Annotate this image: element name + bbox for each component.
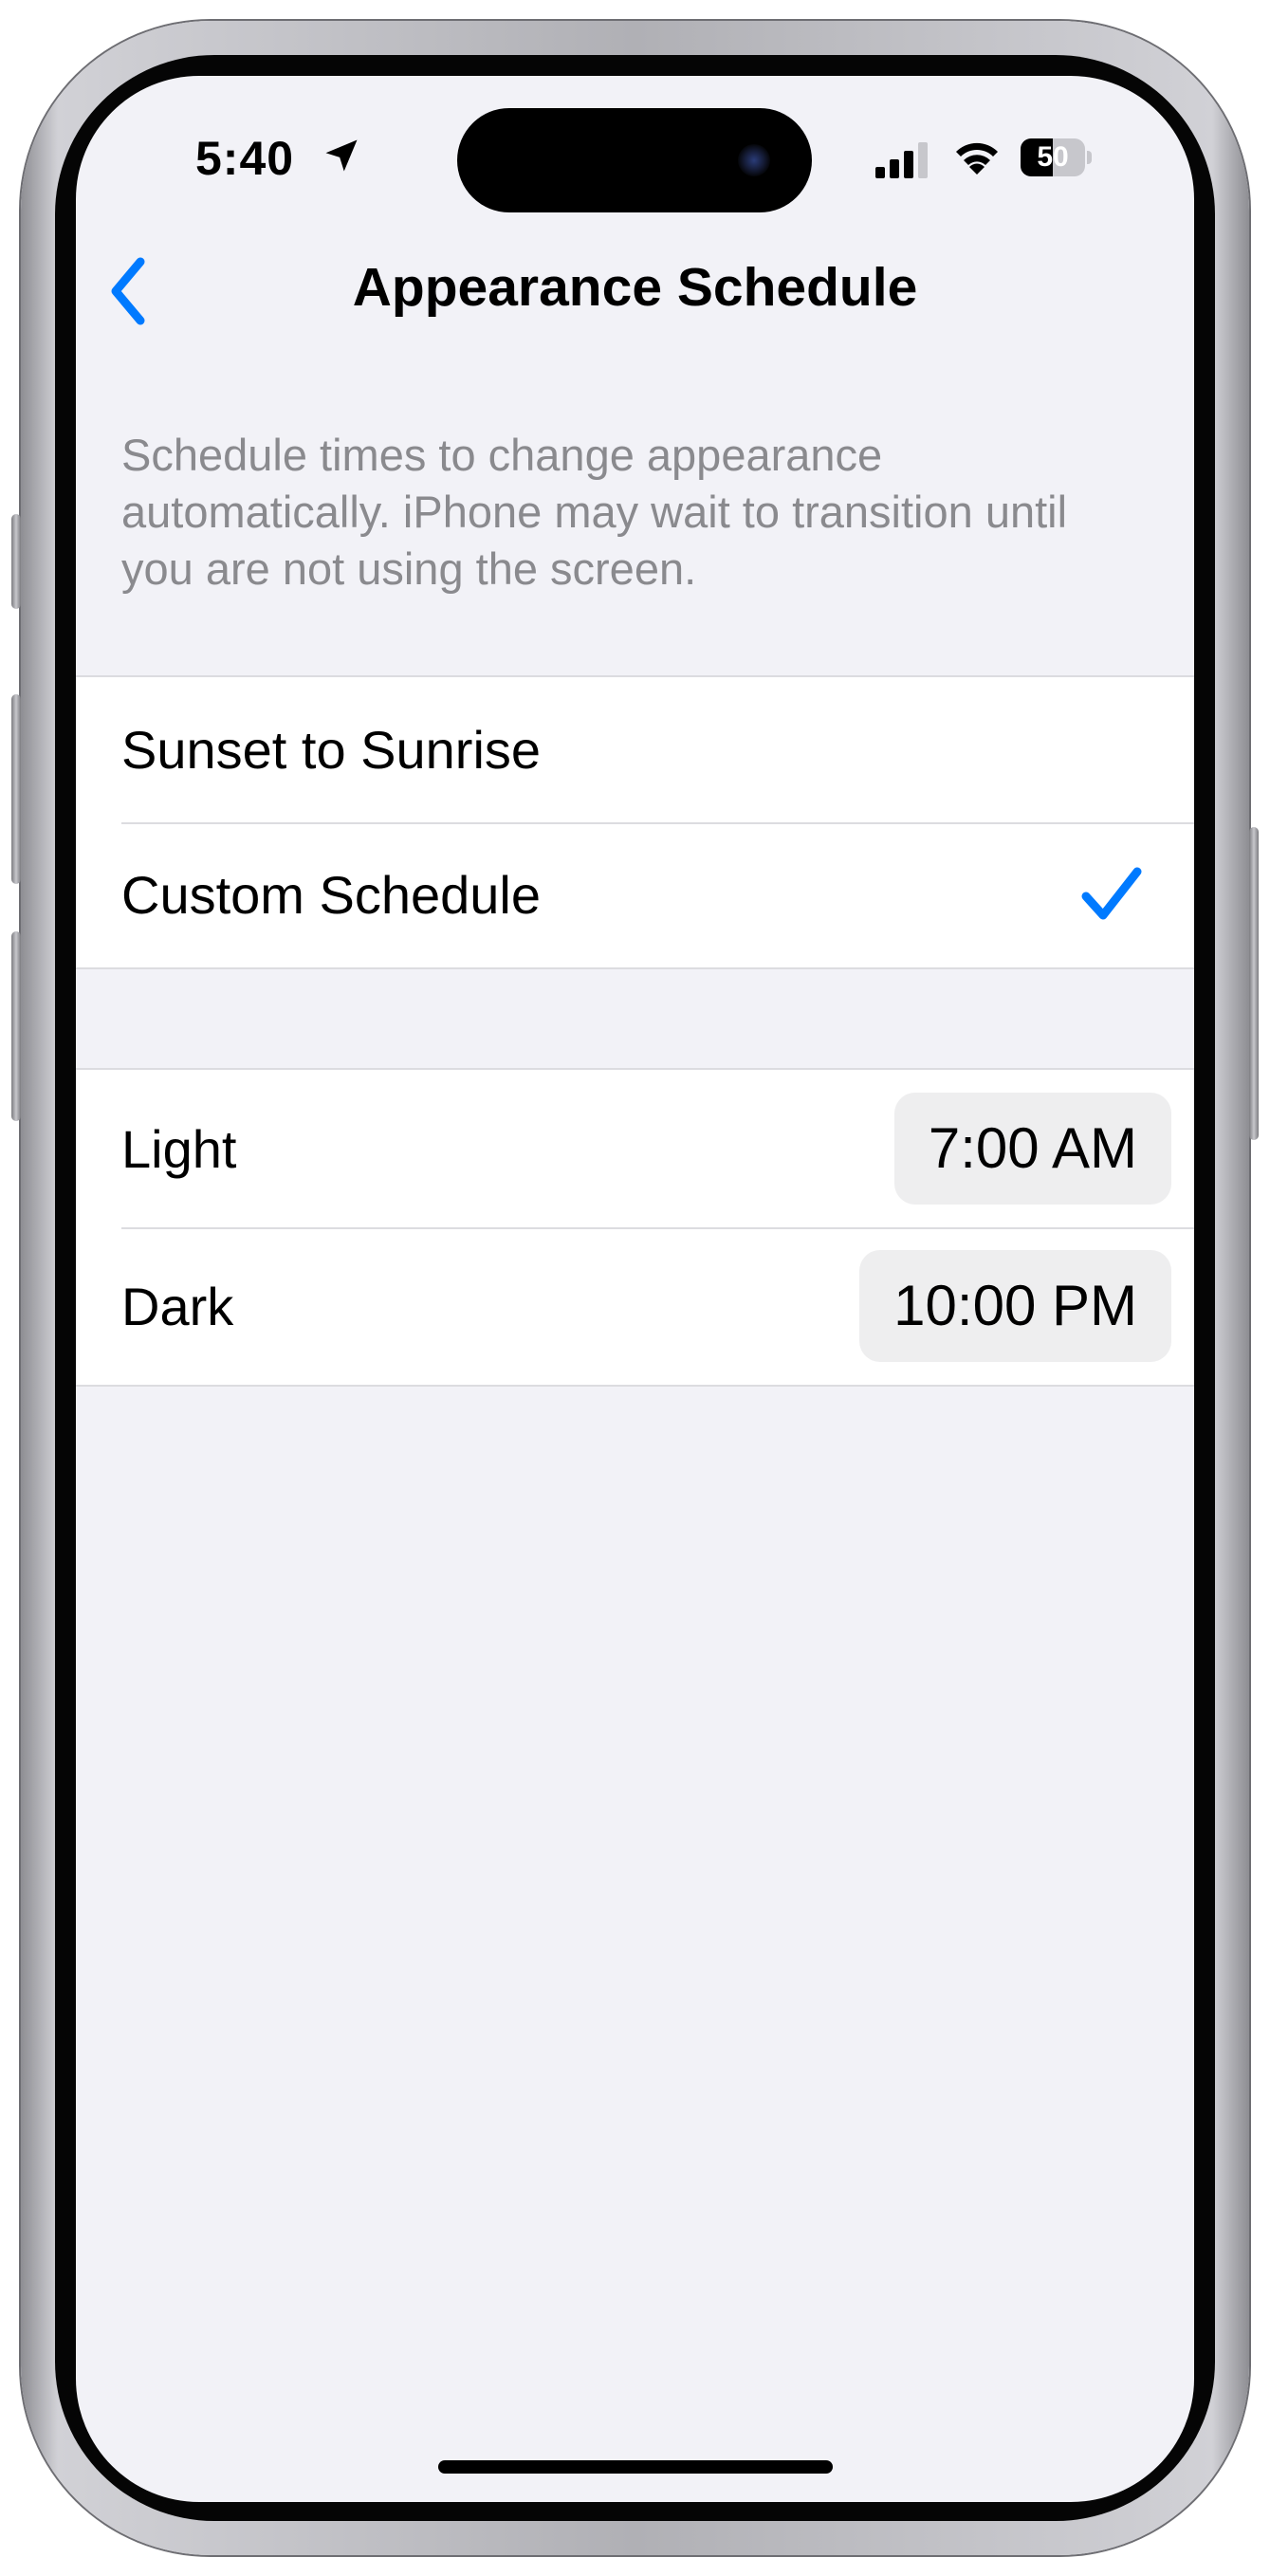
battery-percentage: 50 — [1037, 141, 1069, 173]
schedule-options-group: Sunset to Sunrise Custom Schedule — [76, 675, 1194, 969]
dynamic-island — [457, 108, 812, 212]
checkmark-icon — [1081, 867, 1142, 920]
light-label: Light — [121, 1118, 237, 1179]
page-title: Appearance Schedule — [352, 257, 918, 318]
action-button — [11, 514, 21, 609]
volume-up-button — [11, 694, 21, 884]
option-sunset-to-sunrise[interactable]: Sunset to Sunrise — [76, 677, 1194, 822]
front-camera — [738, 144, 770, 176]
home-indicator[interactable] — [438, 2460, 833, 2474]
wifi-icon — [956, 142, 998, 175]
location-arrow-icon — [325, 139, 358, 172]
power-button — [1249, 827, 1259, 1140]
cellular-signal-icon — [875, 142, 928, 178]
light-time-picker[interactable]: 7:00 AM — [893, 1093, 1171, 1205]
battery-icon: 50 — [1021, 138, 1092, 176]
schedule-description: Schedule times to change appearance auto… — [121, 430, 1068, 594]
option-label: Sunset to Sunrise — [121, 720, 542, 780]
screen: 5:40 50 Appearance Schedule Schedule tim… — [76, 76, 1194, 2502]
dark-label: Dark — [121, 1276, 234, 1336]
volume-down-button — [11, 931, 21, 1121]
dark-time-picker[interactable]: 10:00 PM — [859, 1250, 1171, 1362]
dark-time-row: Dark 10:00 PM — [76, 1227, 1194, 1385]
option-label: Custom Schedule — [121, 865, 542, 925]
status-time: 5:40 — [195, 132, 295, 185]
schedule-times-group: Light 7:00 AM Dark 10:00 PM — [76, 1068, 1194, 1387]
option-custom-schedule[interactable]: Custom Schedule — [76, 822, 1194, 967]
light-time-row: Light 7:00 AM — [76, 1070, 1194, 1227]
chevron-left-icon[interactable] — [99, 248, 156, 334]
